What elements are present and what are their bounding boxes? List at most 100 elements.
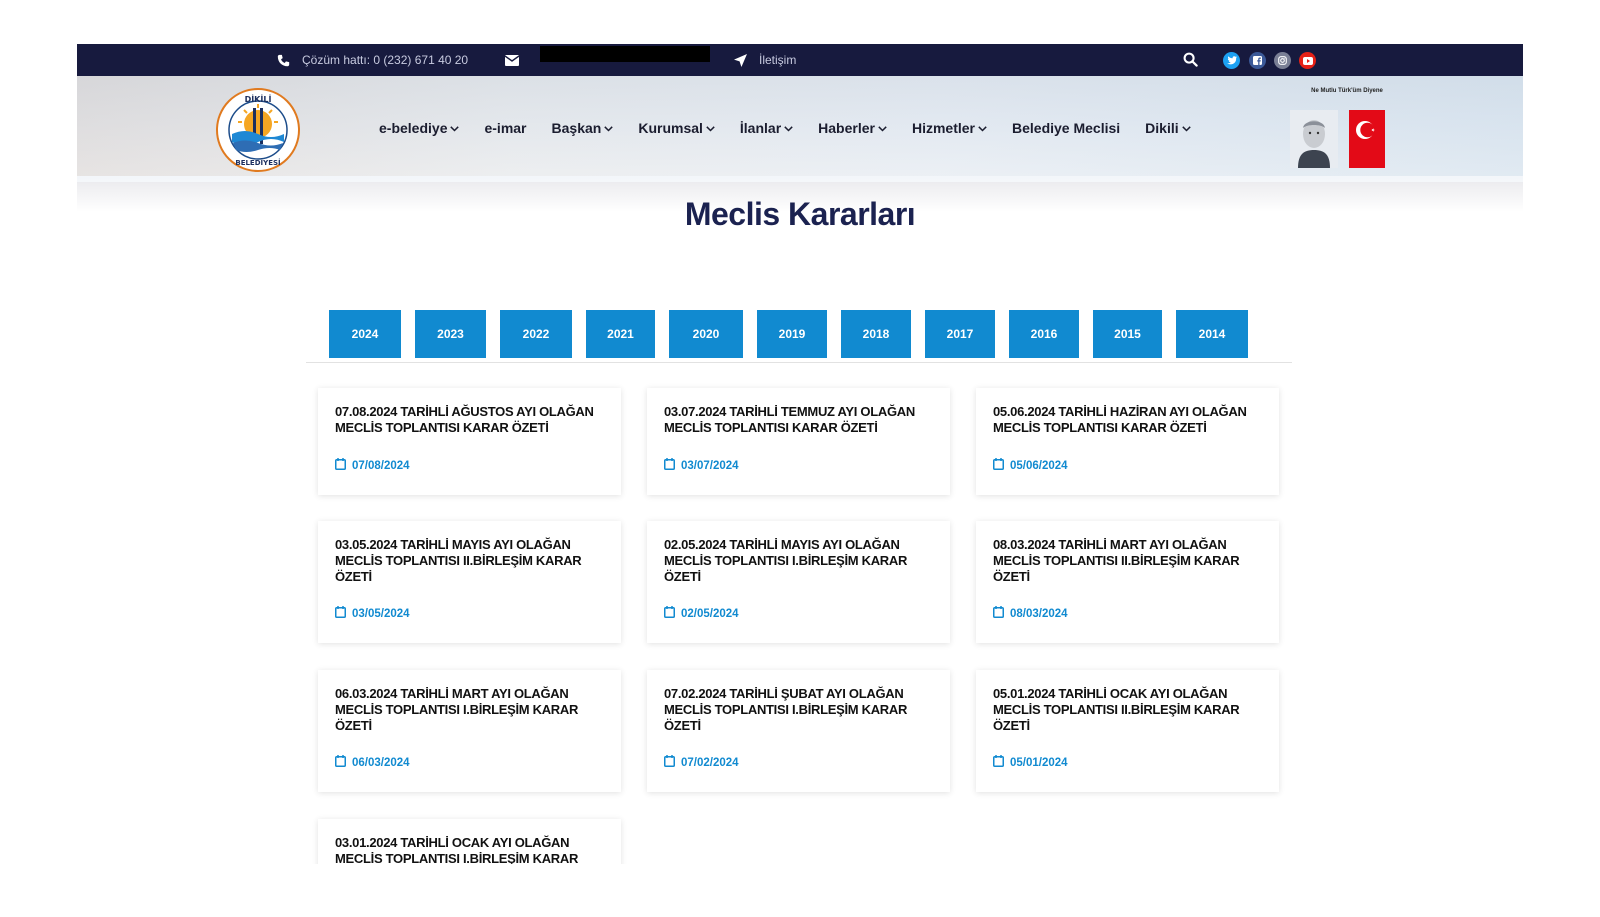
nav-baskan[interactable]: Başkan — [552, 120, 614, 136]
decision-date: 07/02/2024 — [664, 755, 739, 770]
facebook-icon[interactable] — [1249, 52, 1266, 69]
decision-title[interactable]: 03.05.2024 TARİHLİ MAYIS AYI OLAĞAN MECL… — [335, 537, 604, 585]
year-tabs: 2024 2023 2022 2021 2020 2019 2018 2017 … — [329, 310, 1262, 358]
envelope-icon — [505, 54, 519, 66]
calendar-icon — [335, 606, 346, 621]
year-tab-2019[interactable]: 2019 — [757, 310, 827, 358]
contact-text: İletişim — [759, 53, 797, 67]
nav-label: Haberler — [818, 120, 875, 136]
chevron-down-icon — [604, 124, 614, 134]
decision-date: 06/03/2024 — [335, 755, 410, 770]
decision-title[interactable]: 03.07.2024 TARİHLİ TEMMUZ AYI OLAĞAN MEC… — [664, 404, 933, 436]
decision-card[interactable]: 02.05.2024 TARİHLİ MAYIS AYI OLAĞAN MECL… — [647, 521, 950, 643]
chevron-down-icon — [706, 124, 715, 134]
decision-card[interactable]: 07.02.2024 TARİHLİ ŞUBAT AYI OLAĞAN MECL… — [647, 670, 950, 792]
nav-e-belediye[interactable]: e-belediye — [379, 120, 460, 136]
search-icon[interactable] — [1183, 52, 1199, 68]
ataturk-portrait — [1290, 110, 1338, 168]
decision-date: 03/07/2024 — [664, 458, 739, 473]
year-tab-2024[interactable]: 2024 — [329, 310, 401, 358]
nav-kurumsal[interactable]: Kurumsal — [638, 120, 715, 136]
decision-title[interactable]: 03.01.2024 TARİHLİ OCAK AYI OLAĞAN MECLİ… — [335, 835, 604, 864]
decision-title[interactable]: 05.01.2024 TARİHLİ OCAK AYI OLAĞAN MECLİ… — [993, 686, 1262, 734]
twitter-icon[interactable] — [1223, 52, 1240, 69]
decision-date-text: 05/01/2024 — [1010, 756, 1068, 769]
redacted-email — [540, 46, 710, 62]
nav-label: Başkan — [551, 120, 602, 136]
nav-label: Hizmetler — [911, 120, 975, 136]
year-tab-2021[interactable]: 2021 — [586, 310, 655, 358]
decision-date-text: 07/08/2024 — [352, 459, 410, 472]
top-bar: Çözüm hattı: 0 (232) 671 40 20 İletişim — [77, 44, 1523, 76]
decision-title[interactable]: 05.06.2024 TARİHLİ HAZİRAN AYI OLAĞAN ME… — [993, 404, 1262, 436]
year-tab-2016[interactable]: 2016 — [1009, 310, 1079, 358]
decision-date-text: 02/05/2024 — [681, 607, 739, 620]
decision-card[interactable]: 03.01.2024 TARİHLİ OCAK AYI OLAĞAN MECLİ… — [318, 819, 621, 864]
decision-title[interactable]: 02.05.2024 TARİHLİ MAYIS AYI OLAĞAN MECL… — [664, 537, 933, 585]
chevron-down-icon — [978, 124, 987, 134]
calendar-icon — [664, 606, 675, 621]
nav-label: Kurumsal — [638, 120, 703, 136]
svg-text:BELEDİYESİ: BELEDİYESİ — [235, 158, 280, 167]
nav-label: e-belediye — [379, 120, 448, 136]
contact-link[interactable]: İletişim — [734, 44, 796, 76]
year-tab-2015[interactable]: 2015 — [1093, 310, 1162, 358]
decision-date: 05/01/2024 — [993, 755, 1068, 770]
year-tab-2018[interactable]: 2018 — [841, 310, 911, 358]
youtube-icon[interactable] — [1299, 52, 1316, 69]
calendar-icon — [993, 458, 1004, 473]
year-tab-2014[interactable]: 2014 — [1176, 310, 1248, 358]
hotline-text: Çözüm hattı: 0 (232) 671 40 20 — [302, 53, 469, 67]
nav-label: İlanlar — [739, 120, 782, 136]
nav-label: Dikili — [1145, 120, 1179, 136]
hotline[interactable]: Çözüm hattı: 0 (232) 671 40 20 — [277, 44, 468, 76]
decision-date-text: 03/05/2024 — [352, 607, 410, 620]
calendar-icon — [335, 458, 346, 473]
decision-title[interactable]: 08.03.2024 TARİHLİ MART AYI OLAĞAN MECLİ… — [993, 537, 1262, 585]
calendar-icon — [993, 606, 1004, 621]
instagram-icon[interactable] — [1274, 52, 1291, 69]
year-tab-2020[interactable]: 2020 — [669, 310, 743, 358]
email-link[interactable] — [505, 44, 519, 76]
nav-dikili[interactable]: Dikili — [1145, 120, 1191, 136]
nav-hizmetler[interactable]: Hizmetler — [912, 120, 987, 136]
nav-haberler[interactable]: Haberler — [818, 120, 887, 136]
turkish-flag — [1349, 110, 1385, 168]
calendar-icon — [664, 458, 675, 473]
page-title: Meclis Kararları — [684, 196, 916, 232]
decision-card[interactable]: 07.08.2024 TARİHLİ AĞUSTOS AYI OLAĞAN ME… — [318, 388, 621, 495]
decision-card[interactable]: 03.07.2024 TARİHLİ TEMMUZ AYI OLAĞAN MEC… — [647, 388, 950, 495]
decision-date: 07/08/2024 — [335, 458, 410, 473]
calendar-icon — [335, 755, 346, 770]
decision-date-text: 07/02/2024 — [681, 756, 739, 769]
chevron-down-icon — [1181, 124, 1191, 134]
decision-card[interactable]: 05.01.2024 TARİHLİ OCAK AYI OLAĞAN MECLİ… — [976, 670, 1279, 792]
decision-title[interactable]: 07.02.2024 TARİHLİ ŞUBAT AYI OLAĞAN MECL… — [664, 686, 933, 734]
decision-date-text: 06/03/2024 — [352, 756, 410, 769]
tabs-divider — [306, 362, 1292, 363]
decision-card[interactable]: 05.06.2024 TARİHLİ HAZİRAN AYI OLAĞAN ME… — [976, 388, 1279, 495]
year-tab-2023[interactable]: 2023 — [415, 310, 486, 358]
decision-date-text: 03/07/2024 — [681, 459, 739, 472]
nav-ilanlar[interactable]: İlanlar — [740, 120, 793, 136]
dikili-belediyesi-logo[interactable]: DİKİLİ BELEDİYESİ — [216, 88, 300, 172]
decision-card[interactable]: 08.03.2024 TARİHLİ MART AYI OLAĞAN MECLİ… — [976, 521, 1279, 643]
chevron-down-icon — [450, 124, 460, 134]
nav-belediye-meclisi[interactable]: Belediye Meclisi — [1012, 120, 1120, 136]
calendar-icon — [664, 755, 675, 770]
decision-title[interactable]: 07.08.2024 TARİHLİ AĞUSTOS AYI OLAĞAN ME… — [335, 404, 604, 436]
year-tab-2017[interactable]: 2017 — [925, 310, 995, 358]
decision-date: 03/05/2024 — [335, 606, 410, 621]
decision-title[interactable]: 06.03.2024 TARİHLİ MART AYI OLAĞAN MECLİ… — [335, 686, 604, 734]
year-tab-2022[interactable]: 2022 — [500, 310, 572, 358]
phone-icon — [277, 54, 290, 67]
location-arrow-icon — [734, 53, 747, 67]
decision-date: 02/05/2024 — [664, 606, 739, 621]
nav-e-imar[interactable]: e-imar — [484, 120, 526, 136]
nav-label: Belediye Meclisi — [1012, 120, 1121, 136]
decision-date: 08/03/2024 — [993, 606, 1068, 621]
decision-card[interactable]: 03.05.2024 TARİHLİ MAYIS AYI OLAĞAN MECL… — [318, 521, 621, 643]
decision-date-text: 05/06/2024 — [1010, 459, 1068, 472]
nav-label: e-imar — [484, 120, 527, 136]
decision-card[interactable]: 06.03.2024 TARİHLİ MART AYI OLAĞAN MECLİ… — [318, 670, 621, 792]
